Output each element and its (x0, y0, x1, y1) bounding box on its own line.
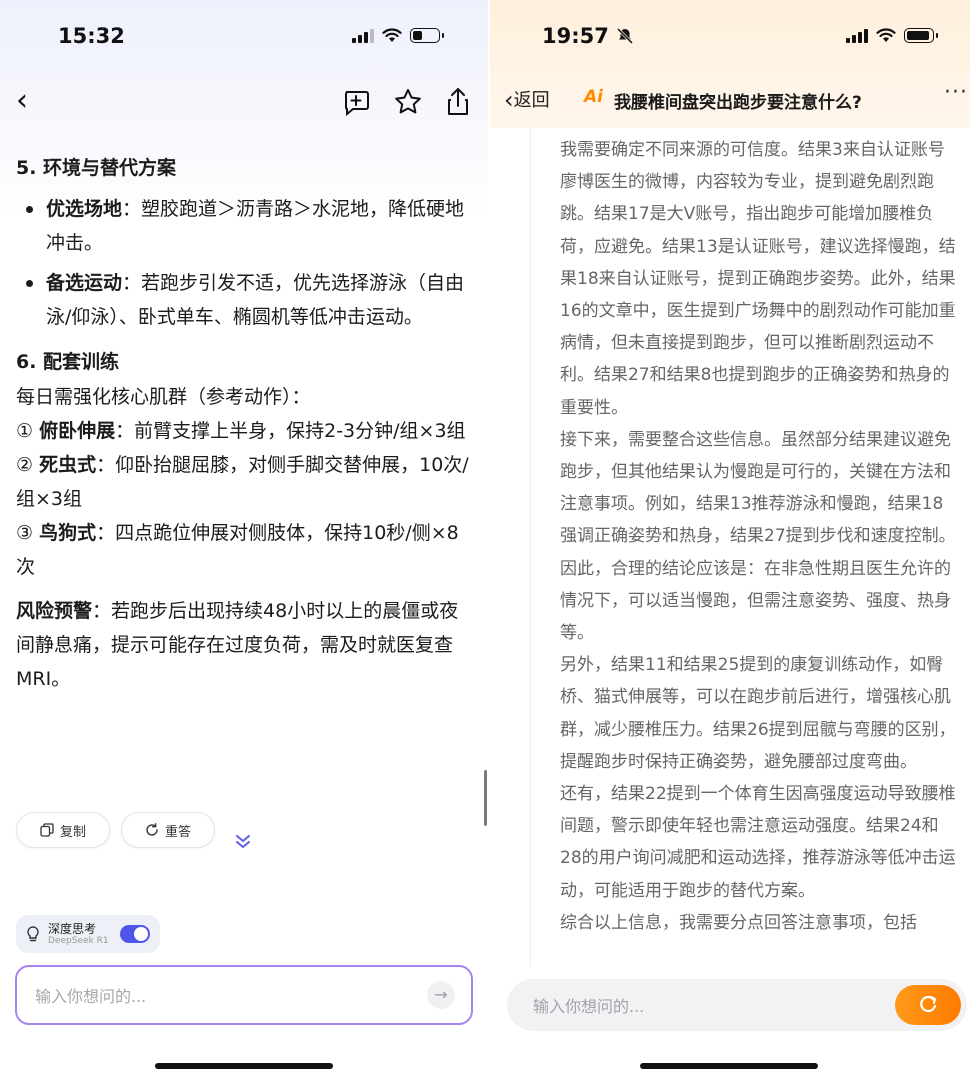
lightbulb-icon (27, 926, 39, 942)
reasoning-panel: 我需要确定不同来源的可信度。结果3来自认证账号廖博医生的微博，内容较为专业，提到… (490, 128, 970, 966)
answer-content: 5. 环境与替代方案 优选场地：塑胶跑道＞沥青路＞水泥地，降低硬地冲击。 备选运… (16, 150, 476, 696)
exercise-item: ① 俯卧伸展：前臂支撑上半身，保持2-3分钟/组×3组 (16, 420, 466, 442)
copy-label: 复制 (59, 824, 86, 840)
more-icon[interactable]: ··· (944, 80, 968, 105)
chat-input[interactable]: 输入你想问的... → (15, 965, 473, 1025)
deep-think-toggle[interactable]: 深度思考 DeepSeek R1 (16, 915, 160, 953)
status-icons (846, 28, 938, 43)
ai-logo: Ai (584, 87, 603, 107)
home-indicator (155, 1063, 333, 1069)
input-placeholder: 输入你想问的... (35, 987, 147, 1006)
home-indicator (640, 1063, 818, 1069)
reasoning-paragraph: 我需要确定不同来源的可信度。结果3来自认证账号廖博医生的微博，内容较为专业，提到… (560, 140, 956, 418)
reasoning-paragraph: 接下来，需要整合这些信息。虽然部分结果建议避免跑步，但其他结果认为慢跑是可行的，… (560, 429, 956, 644)
reasoning-text: 我需要确定不同来源的可信度。结果3来自认证账号廖博医生的微博，内容较为专业，提到… (560, 134, 956, 939)
new-chat-icon[interactable] (340, 86, 372, 118)
bullet-label: 优选场地 (46, 198, 123, 220)
send-icon (920, 995, 937, 1013)
exercise-item: ③ 鸟狗式：四点跪位伸展对侧肢体，保持10秒/侧×8次 (16, 522, 459, 578)
deep-think-switch[interactable] (120, 925, 150, 943)
list-item: 优选场地：塑胶跑道＞沥青路＞水泥地，降低硬地冲击。 (16, 192, 476, 260)
refresh-icon (146, 823, 158, 836)
regenerate-button[interactable]: 重答 (121, 812, 215, 848)
model-label: DeepSeek R1 (48, 935, 109, 946)
send-button[interactable] (895, 985, 961, 1025)
exercise-item: ② 死虫式：仰卧抬腿屈膝，对侧手脚交替伸展，10次/组×3组 (16, 454, 469, 510)
mute-bell-icon (617, 27, 634, 45)
status-icons (352, 28, 444, 43)
send-arrow-icon[interactable]: → (427, 981, 455, 1009)
scroll-down-icon[interactable] (234, 832, 252, 850)
list-item: 备选运动：若跑步引发不适，优先选择游泳（自由泳/仰泳）、卧式单车、椭圆机等低冲击… (16, 266, 476, 334)
share-icon[interactable] (442, 86, 474, 118)
bullet-label: 备选运动 (46, 272, 123, 294)
back-icon: ‹ (504, 86, 514, 114)
star-icon[interactable] (392, 86, 424, 118)
section-intro: 每日需强化核心肌群（参考动作）： (16, 386, 311, 408)
page-title: 我腰椎间盘突出跑步要注意什么? (614, 93, 862, 113)
battery-icon (904, 28, 938, 43)
copy-icon (40, 823, 54, 837)
copy-button[interactable]: 复制 (16, 812, 110, 848)
risk-warning: 风险预警：若跑步后出现持续48小时以上的晨僵或夜间静息痛，提示可能存在过度负荷，… (16, 600, 459, 690)
left-phone-screen: 15:32 ‹ 5. 环境与替代方案 优选场地：塑胶跑道＞沥青路＞水泥地，降低硬… (0, 0, 488, 1079)
reasoning-paragraph: 综合以上信息，我需要分点回答注意事项，包括 (560, 912, 917, 933)
reasoning-paragraph: 另外，结果11和结果25提到的康复训练动作，如臀桥、猫式伸展等，可以在跑步前后进… (560, 655, 956, 772)
section-title: 5. 环境与替代方案 (16, 157, 177, 179)
reasoning-divider (530, 128, 531, 966)
top-nav: ‹返回 Ai 我腰椎间盘突出跑步要注意什么? ··· (490, 80, 970, 120)
regenerate-label: 重答 (164, 824, 191, 840)
wifi-icon (382, 28, 402, 42)
back-label: 返回 (513, 90, 550, 111)
section-title: 6. 配套训练 (16, 351, 120, 373)
back-button[interactable]: ‹返回 (504, 86, 550, 114)
signal-icon (352, 28, 374, 43)
wifi-icon (876, 28, 896, 42)
chat-input[interactable]: 输入你想问的... (507, 979, 967, 1031)
signal-icon (846, 28, 868, 43)
battery-icon (410, 28, 444, 43)
scrollbar[interactable] (484, 770, 487, 826)
status-time: 15:32 (58, 24, 125, 48)
reasoning-paragraph: 还有，结果22提到一个体育生因高强度运动导致腰椎间题，警示即使年轻也需注意运动强… (560, 784, 956, 901)
back-icon[interactable]: ‹ (16, 86, 28, 116)
deep-think-label: 深度思考 (48, 921, 97, 936)
top-nav: ‹ (0, 80, 488, 124)
right-phone-screen: 19:57 ‹返回 Ai 我腰椎间盘突出跑步要注意什么? ··· 我需要确定不同… (490, 0, 970, 1079)
input-placeholder: 输入你想问的... (533, 997, 645, 1016)
status-time: 19:57 (542, 24, 634, 48)
